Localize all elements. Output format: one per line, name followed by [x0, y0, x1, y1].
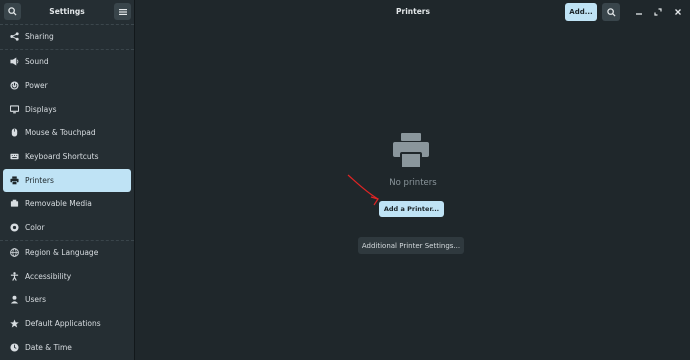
minimize-button[interactable]: [633, 6, 645, 18]
empty-state-text: No printers: [389, 178, 437, 188]
sidebar-item-keyboard-shortcuts[interactable]: Keyboard Shortcuts: [3, 145, 131, 168]
annotation-arrow-icon: [347, 174, 379, 206]
minimize-icon: [636, 13, 642, 15]
sidebar-item-label: Color: [25, 223, 45, 232]
star-icon: [9, 319, 19, 329]
restore-button[interactable]: [652, 6, 664, 18]
sidebar-header: Settings: [0, 0, 134, 25]
close-button[interactable]: [672, 6, 684, 18]
color-icon: [9, 223, 19, 233]
globe-icon: [9, 248, 19, 258]
sidebar-item-users[interactable]: Users: [3, 288, 131, 311]
mouse-icon: [9, 128, 19, 138]
share-icon: [9, 32, 19, 42]
sidebar-item-sound[interactable]: Sound: [3, 50, 131, 73]
sidebar-item-mouse-touchpad[interactable]: Mouse & Touchpad: [3, 121, 131, 144]
sidebar-item-date-time[interactable]: Date & Time: [3, 336, 131, 359]
search-icon: [606, 7, 616, 17]
hamburger-menu-icon: [118, 8, 127, 15]
sidebar-item-power[interactable]: Power: [3, 74, 131, 97]
add-printer-button[interactable]: Add a Printer...: [379, 201, 444, 217]
sidebar-item-label: Printers: [25, 176, 54, 185]
sidebar-item-label: Displays: [25, 105, 57, 114]
clock-icon: [9, 343, 19, 353]
sidebar-item-label: Mouse & Touchpad: [25, 128, 96, 137]
sidebar-item-accessibility[interactable]: Accessibility: [3, 265, 131, 288]
keyboard-icon: [9, 152, 19, 162]
sidebar-item-sharing[interactable]: Sharing: [3, 25, 131, 48]
sidebar-item-color[interactable]: Color: [3, 216, 131, 239]
menu-button[interactable]: [114, 3, 131, 20]
sidebar-item-printers[interactable]: Printers: [3, 169, 131, 192]
sidebar-item-region-language[interactable]: Region & Language: [3, 241, 131, 264]
sidebar-item-label: Sharing: [25, 32, 54, 41]
sidebar-item-label: Users: [25, 295, 47, 304]
sidebar-item-label: Date & Time: [25, 343, 72, 352]
sidebar-item-label: Sound: [25, 57, 49, 66]
sidebar-item-label: Default Applications: [25, 319, 101, 328]
sidebar-item-label: Removable Media: [25, 199, 92, 208]
sidebar-item-displays[interactable]: Displays: [3, 98, 131, 121]
add-button[interactable]: Add...: [565, 3, 597, 21]
additional-printer-settings-button[interactable]: Additional Printer Settings...: [358, 237, 464, 254]
media-icon: [9, 199, 19, 209]
display-icon: [9, 105, 19, 115]
sidebar-item-label: Power: [25, 81, 48, 90]
restore-icon: [654, 8, 662, 16]
sidebar: Settings Sharing Sound Power Displays Mo…: [0, 0, 135, 360]
search-button[interactable]: [602, 3, 620, 21]
users-icon: [9, 295, 19, 305]
header-bar: Printers Add...: [136, 0, 690, 25]
sidebar-item-removable-media[interactable]: Removable Media: [3, 192, 131, 215]
printer-icon: [9, 176, 19, 186]
power-icon: [9, 81, 19, 91]
accessibility-icon: [9, 272, 19, 282]
sidebar-item-label: Keyboard Shortcuts: [25, 152, 99, 161]
close-icon: [675, 9, 681, 15]
sidebar-item-label: Region & Language: [25, 248, 99, 257]
sidebar-item-default-applications[interactable]: Default Applications: [3, 312, 131, 335]
sidebar-item-label: Accessibility: [25, 272, 72, 281]
speaker-icon: [9, 57, 19, 67]
printer-icon: [393, 133, 429, 169]
main-panel: Printers Add... No printers Add a Printe…: [136, 0, 690, 360]
